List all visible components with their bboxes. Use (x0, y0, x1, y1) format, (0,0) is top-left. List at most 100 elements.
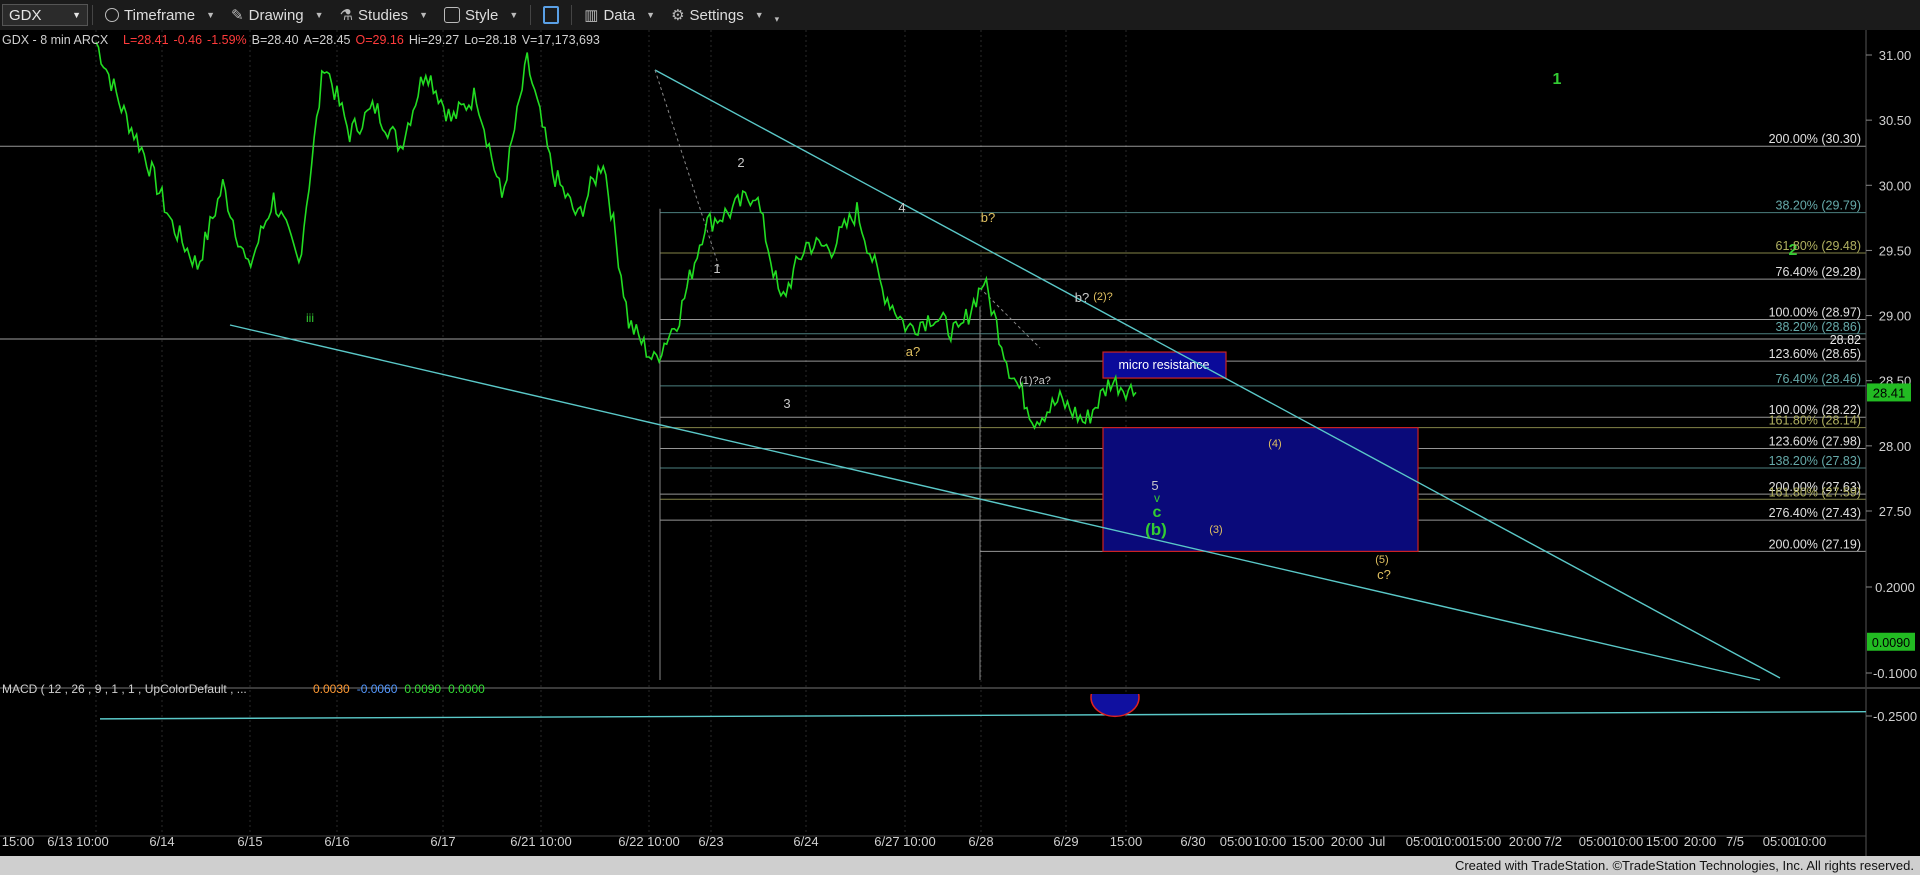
time-tick-label: 20:00 (1684, 834, 1717, 849)
time-tick-label: 7/5 (1726, 834, 1744, 849)
gear-icon: ⚙ (671, 7, 685, 24)
fib-label: 138.20% (27.83) (1769, 454, 1861, 468)
time-tick-label: 6/13 10:00 (47, 834, 108, 849)
toolbar-divider (571, 5, 573, 25)
stat-value: Lo=28.18 (464, 33, 517, 47)
time-tick-label: 6/21 10:00 (510, 834, 571, 849)
time-tick-label: 05:00 (1220, 834, 1253, 849)
layout-button[interactable] (535, 0, 567, 30)
time-tick-label: 6/14 (149, 834, 174, 849)
stat-value: O=29.16 (356, 33, 404, 47)
time-tick-label: Jul (1369, 834, 1386, 849)
price-tick-label: 30.50 (1879, 113, 1912, 128)
data-label: Data (603, 6, 636, 24)
time-tick-label: 10:00 (1254, 834, 1287, 849)
price-tick-label: 29.00 (1879, 309, 1912, 324)
drawing-button[interactable]: ✎ Drawing ▼ (223, 0, 332, 30)
timeframe-button[interactable]: Timeframe ▼ (97, 0, 223, 30)
fib-label: 100.00% (28.97) (1769, 305, 1861, 319)
time-tick-label: 6/28 (968, 834, 993, 849)
price-tick-label: 29.50 (1879, 243, 1912, 258)
time-tick-label: 6/22 10:00 (618, 834, 679, 849)
footer: Created with TradeStation. ©TradeStation… (0, 856, 1920, 875)
fib-label: 76.40% (28.46) (1776, 372, 1861, 386)
fib-label: 38.20% (29.79) (1776, 199, 1861, 213)
time-tick-label: 05:00 (1579, 834, 1612, 849)
timeframe-label: Timeframe (124, 6, 196, 24)
wave-label: a? (906, 344, 920, 359)
wave-label: b? (1075, 290, 1089, 305)
fib-label: 123.60% (27.98) (1769, 434, 1861, 448)
fib-label: 123.60% (28.65) (1769, 347, 1861, 361)
macd-tick-label: -0.2500 (1873, 709, 1917, 724)
macd-value-label: 0.0090 (1872, 636, 1910, 650)
macd-value: 0.0030 (313, 682, 350, 696)
time-tick-label: 15:00 (1646, 834, 1679, 849)
wave-label: iii (306, 311, 314, 325)
wave-label: c? (1377, 567, 1391, 582)
time-tick-label: 10:00 (1794, 834, 1827, 849)
flask-icon: ⚗ (339, 7, 354, 24)
settings-button[interactable]: ⚙ Settings ▼ ▾ (663, 0, 787, 30)
copyright-text: Created with TradeStation. ©TradeStation… (1454, 858, 1914, 873)
wave-label: (b) (1145, 520, 1167, 539)
time-tick-label: 6/15 (237, 834, 262, 849)
price-tick-label: 30.00 (1879, 178, 1912, 193)
symbol-input[interactable]: GDX ▼ (2, 4, 88, 26)
macd-value: -0.0060 (357, 682, 398, 696)
chart-canvas[interactable]: micro resistance 12iii2134a?b?b? (2)?(1)?… (0, 30, 1920, 856)
time-tick-label: 6/23 (698, 834, 723, 849)
more-chevron-icon: ▾ (774, 13, 780, 24)
time-tick-label: 05:00 (1763, 834, 1796, 849)
studies-label: Studies (358, 6, 409, 24)
chevron-down-icon: ▼ (314, 10, 324, 20)
stat-value: A=28.45 (304, 33, 351, 47)
time-tick-label: 15:00 (2, 834, 35, 849)
settings-label: Settings (689, 6, 744, 24)
chevron-down-icon: ▼ (754, 10, 764, 20)
time-tick-label: 10:00 (1437, 834, 1470, 849)
micro-resistance-label: micro resistance (1119, 358, 1210, 372)
wave-label: (4) (1268, 438, 1281, 450)
chevron-down-icon: ▼ (509, 10, 519, 20)
stat-value: Hi=29.27 (409, 33, 459, 47)
time-tick-label: 6/30 (1180, 834, 1205, 849)
fib-label: 200.00% (27.19) (1769, 537, 1861, 551)
macd-value: 0.0000 (448, 682, 485, 696)
time-tick-label: 15:00 (1292, 834, 1325, 849)
time-tick-label: 6/17 (430, 834, 455, 849)
price-tick-label: 28.00 (1879, 439, 1912, 454)
wave-label: c (1153, 504, 1162, 521)
bar-chart-icon: ▥ (584, 7, 599, 24)
studies-button[interactable]: ⚗ Studies ▼ (332, 0, 436, 30)
fib-label: 76.40% (29.28) (1776, 265, 1861, 279)
style-button[interactable]: Style ▼ (436, 0, 526, 30)
time-tick-label: 20:00 (1509, 834, 1542, 849)
layout-icon (543, 6, 560, 24)
macd-value: 0.0090 (404, 682, 441, 696)
stat-value: -1.59% (207, 33, 247, 47)
stat-value: L=28.41 (123, 33, 169, 47)
time-tick-label: 6/24 (793, 834, 818, 849)
data-button[interactable]: ▥ Data ▼ (576, 0, 663, 30)
fib-label: 161.80% (27.59) (1769, 485, 1861, 499)
stat-value: B=28.40 (252, 33, 299, 47)
wave-label: (3) (1209, 524, 1222, 536)
time-tick-label: 15:00 (1110, 834, 1143, 849)
time-tick-label: 05:00 (1406, 834, 1439, 849)
chevron-down-icon[interactable]: ▼ (72, 10, 81, 20)
stat-value: V=17,173,693 (522, 33, 600, 47)
toolbar-divider (530, 5, 532, 25)
time-tick-label: 6/16 (324, 834, 349, 849)
symbol-info: GDX - 8 min ARCX (2, 33, 109, 47)
pen-icon: ✎ (231, 7, 244, 24)
wave-label: (2)? (1093, 291, 1113, 303)
drawing-label: Drawing (248, 6, 304, 24)
style-label: Style (465, 6, 499, 24)
price-stats: L=28.41 -0.46 -1.59% B=28.40 A=28.45 O=29.16 H… (123, 33, 600, 47)
time-tick-label: 6/29 (1053, 834, 1078, 849)
fib-label: 61.80% (29.48) (1776, 239, 1861, 253)
wave-label: v (1154, 491, 1160, 505)
wave-label: 1 (713, 261, 720, 276)
wave-label: b? (981, 210, 995, 225)
